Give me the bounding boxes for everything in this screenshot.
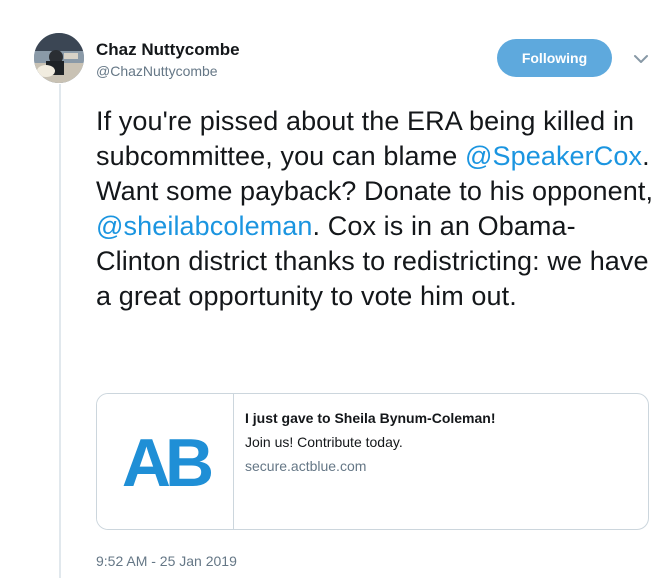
following-button[interactable]: Following: [497, 39, 612, 77]
author-handle[interactable]: @ChazNuttycombe: [96, 63, 218, 79]
card-thumbnail: AB: [97, 394, 234, 529]
mention-sheilabcoleman[interactable]: @sheilabcoleman: [96, 211, 313, 241]
card-description: Join us! Contribute today.: [245, 434, 403, 450]
author-name[interactable]: Chaz Nuttycombe: [96, 40, 240, 60]
actblue-logo-text: AB: [122, 430, 212, 494]
mention-speakercox[interactable]: @SpeakerCox: [465, 141, 642, 171]
tweet-text: If you're pissed about the ERA being kil…: [96, 104, 656, 314]
card-title: I just gave to Sheila Bynum-Coleman!: [245, 410, 496, 426]
tweet-timestamp[interactable]: 9:52 AM - 25 Jan 2019: [96, 553, 237, 569]
thread-line: [59, 84, 61, 578]
card-domain: secure.actblue.com: [245, 458, 367, 474]
card-body: I just gave to Sheila Bynum-Coleman! Joi…: [245, 409, 636, 475]
avatar[interactable]: [34, 33, 84, 83]
actblue-logo: AB: [122, 430, 217, 494]
link-card[interactable]: AB I just gave to Sheila Bynum-Coleman! …: [96, 393, 649, 530]
chevron-down-icon[interactable]: [632, 50, 650, 68]
